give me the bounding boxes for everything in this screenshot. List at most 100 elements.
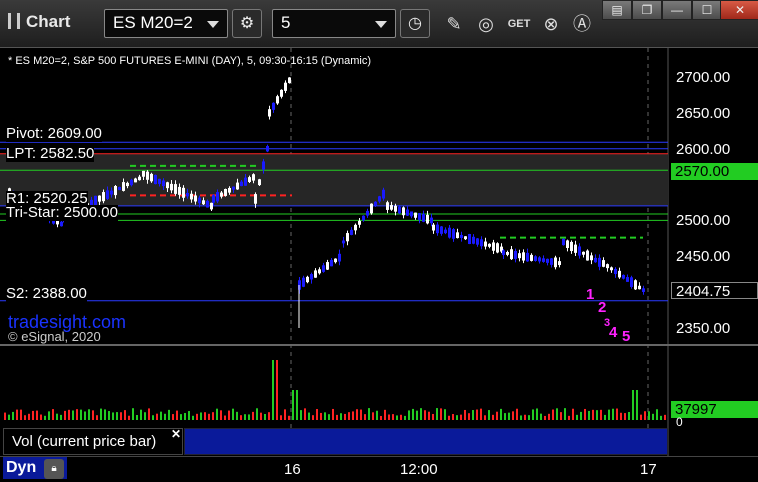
volume-bar xyxy=(188,411,190,420)
candle-body xyxy=(366,210,369,216)
volume-bar xyxy=(204,412,206,420)
menu-icon[interactable]: ▤ xyxy=(602,0,632,20)
candle-body xyxy=(202,200,205,205)
minimize-icon[interactable]: — xyxy=(662,0,692,20)
candle-body xyxy=(638,285,641,290)
candle-body xyxy=(236,182,239,190)
volume-bar xyxy=(492,414,494,420)
candle-body xyxy=(190,193,193,200)
volume-bar xyxy=(268,412,270,420)
candle-body xyxy=(306,276,309,283)
clock-button[interactable]: ◷ xyxy=(400,9,430,38)
candle-body xyxy=(178,186,181,195)
price-tick: 2650.00 xyxy=(676,105,731,122)
volume-bar xyxy=(524,414,526,420)
close-icon[interactable]: ✕ xyxy=(171,427,181,441)
window-controls: ▤ ❐ — ☐ ✕ xyxy=(602,0,758,20)
candle-body xyxy=(382,189,385,199)
candle-body xyxy=(432,224,435,231)
volume-bar xyxy=(24,415,26,420)
candle-body xyxy=(310,274,313,280)
candle-body xyxy=(468,233,471,245)
candle-body xyxy=(430,217,433,224)
volume-bar xyxy=(568,415,570,420)
volume-bar xyxy=(624,413,626,420)
candle-body xyxy=(402,207,405,216)
volume-bar xyxy=(288,415,290,420)
volume-bar xyxy=(236,411,238,420)
volume-bar xyxy=(164,413,166,420)
volume-bar xyxy=(40,414,42,420)
candle-body xyxy=(618,270,621,278)
candle-body xyxy=(342,240,345,244)
volume-bar xyxy=(480,408,482,420)
volume-bar xyxy=(320,412,322,420)
volume-bar xyxy=(468,413,470,420)
volume-bar xyxy=(656,409,658,420)
candle-body xyxy=(558,261,561,266)
close-icon[interactable]: ✕ xyxy=(720,0,758,20)
volume-bar xyxy=(228,410,230,420)
lock-icon[interactable]: 🔒︎ xyxy=(44,459,64,479)
volume-badge: 37997 xyxy=(671,401,758,418)
volume-bar xyxy=(436,408,438,420)
volume-bar xyxy=(448,415,450,420)
volume-bar xyxy=(244,414,246,420)
volume-bar xyxy=(648,411,650,420)
time-axis: 16 12:00 17 xyxy=(0,456,758,482)
volume-bar xyxy=(372,412,374,420)
candle-body xyxy=(98,195,101,202)
candle-body xyxy=(220,192,223,197)
volume-bar xyxy=(84,411,86,420)
volume-bar xyxy=(172,414,174,420)
volume-bar xyxy=(256,408,258,420)
candle-body xyxy=(574,244,577,253)
candle-body xyxy=(284,82,287,91)
volume-bar xyxy=(476,409,478,420)
candle-body xyxy=(602,260,605,267)
volume-bar xyxy=(168,409,170,420)
volume-bar xyxy=(148,408,150,420)
volume-bar xyxy=(76,409,78,420)
volume-bar xyxy=(416,410,418,420)
price-tick: 2700.00 xyxy=(676,69,731,86)
get-icon[interactable]: GET xyxy=(505,10,533,38)
candle-body xyxy=(126,182,129,187)
candle-body xyxy=(134,178,137,183)
x-label-17: 17 xyxy=(640,461,657,478)
candle-body xyxy=(280,89,283,97)
candle-body xyxy=(154,174,157,185)
pencil-icon[interactable]: ✎ xyxy=(440,10,468,38)
candle-body xyxy=(60,221,63,227)
volume-bar xyxy=(500,408,502,420)
maximize-icon[interactable]: ☐ xyxy=(692,0,722,20)
candle-body xyxy=(634,280,637,290)
interval-dropdown[interactable]: 5 xyxy=(272,9,396,38)
study-icon[interactable]: ◎ xyxy=(472,10,500,38)
volume-bar xyxy=(308,412,310,420)
volume-bar xyxy=(32,410,34,420)
candle-body xyxy=(266,146,269,152)
candle-body xyxy=(606,264,609,269)
volume-bar xyxy=(432,413,434,420)
volume-bar xyxy=(64,410,66,420)
volume-bar xyxy=(284,409,286,420)
pivot-label: Pivot: 2609.00 xyxy=(6,125,102,142)
candle-body xyxy=(224,188,227,196)
volume-bar xyxy=(176,410,178,420)
volume-study-label[interactable]: Vol (current price bar) xyxy=(3,428,183,455)
settings-button[interactable]: ⚙ xyxy=(232,9,262,38)
volume-bar xyxy=(408,410,410,420)
candle-body xyxy=(554,257,557,268)
price-chart[interactable] xyxy=(0,48,758,456)
candle-body xyxy=(162,180,165,187)
volume-bar xyxy=(196,413,198,420)
symbol-dropdown[interactable]: ES M20=2 xyxy=(104,9,228,38)
clock-icon: ◷ xyxy=(408,15,422,32)
close-circle-icon[interactable]: ⊗ xyxy=(537,10,565,38)
symbol-value: ES M20=2 xyxy=(113,13,193,32)
candle-body xyxy=(334,258,337,263)
volume-bar xyxy=(152,415,154,420)
cursor-a-icon[interactable]: Ⓐ xyxy=(568,10,596,38)
restore-icon[interactable]: ❐ xyxy=(632,0,662,20)
